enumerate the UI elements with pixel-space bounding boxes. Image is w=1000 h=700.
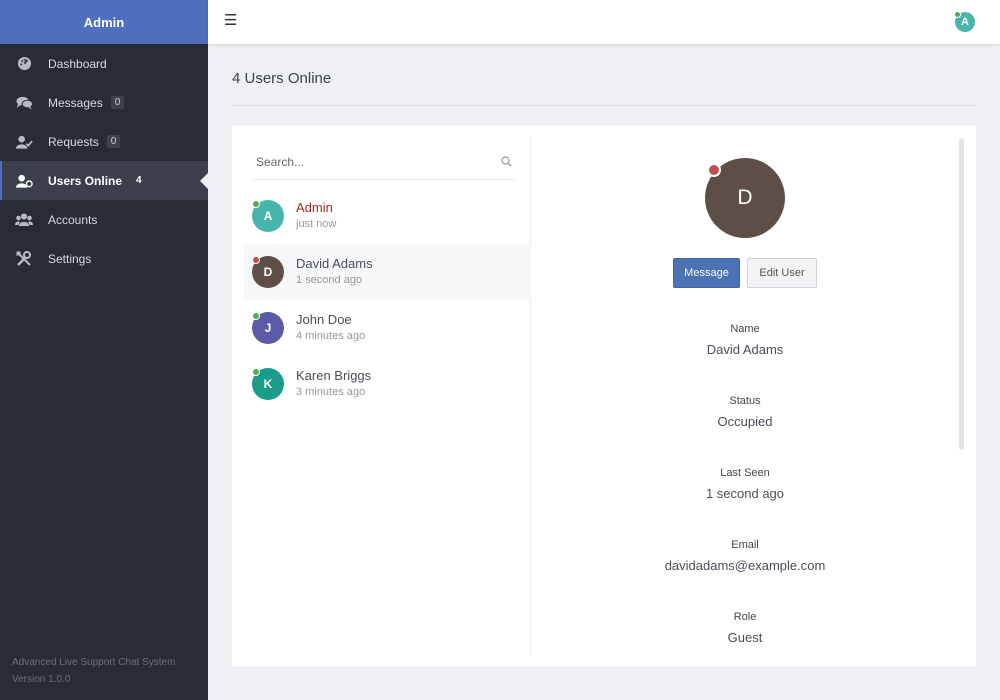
selected-user-avatar: D xyxy=(705,158,785,238)
status-dot xyxy=(707,163,721,177)
field-value: Occupied xyxy=(717,414,773,429)
avatar-initial: J xyxy=(264,321,272,335)
divider xyxy=(232,105,976,106)
app-name: Advanced Live Support Chat System xyxy=(12,657,176,668)
sidebar-item-label: Users Online xyxy=(48,173,123,188)
user-last-seen: 3 minutes ago xyxy=(296,386,366,398)
sidebar-item-messages[interactable]: Messages 0 xyxy=(0,83,208,122)
sidebar-item-label: Requests xyxy=(48,134,99,149)
field-label: Status xyxy=(729,395,761,407)
field-name: Name David Adams xyxy=(532,321,958,360)
user-list-item[interactable]: K Karen Briggs 3 minutes ago xyxy=(244,356,531,412)
avatar-initial: A xyxy=(961,16,969,28)
user-list-item[interactable]: D David Adams 1 second ago xyxy=(244,244,531,300)
field-value: davidadams@example.com xyxy=(664,558,826,573)
status-dot xyxy=(252,256,260,264)
user-name: David Adams xyxy=(296,256,373,271)
field-status: Status Occupied xyxy=(532,393,958,432)
page-title: 4 Users Online xyxy=(232,70,332,87)
avatar-initial: K xyxy=(263,377,273,391)
edit-user-button[interactable]: Edit User xyxy=(747,258,817,288)
search-bar xyxy=(254,144,514,180)
account-avatar[interactable]: A xyxy=(954,11,975,32)
topbar: ☰ A xyxy=(208,0,1000,44)
sidebar-item-label: Accounts xyxy=(48,212,98,227)
field-last-seen: Last Seen 1 second ago xyxy=(532,465,958,504)
users-panel: A Admin just now D David Adams 1 second … xyxy=(232,126,976,666)
sidebar-item-dashboard[interactable]: Dashboard xyxy=(0,44,208,83)
field-role: Role Guest xyxy=(532,609,958,648)
field-label: Last Seen xyxy=(720,467,770,479)
field-value: David Adams xyxy=(706,342,784,357)
users-online-icon xyxy=(15,172,33,190)
field-email: Email davidadams@example.com xyxy=(532,537,958,576)
user-name: Admin xyxy=(296,200,333,215)
scrollbar[interactable] xyxy=(959,138,964,450)
field-value: 1 second ago xyxy=(705,486,785,501)
requests-icon xyxy=(15,133,33,151)
field-label: Name xyxy=(730,323,760,335)
user-info: David Adams 1 second ago xyxy=(296,256,373,288)
user-list: A Admin just now D David Adams 1 second … xyxy=(244,136,531,656)
user-last-seen: just now xyxy=(296,218,337,230)
avatar-initial: D xyxy=(737,186,753,209)
avatar-initial: D xyxy=(263,265,273,279)
user-last-seen: 1 second ago xyxy=(296,274,363,286)
sidebar-item-label: Dashboard xyxy=(48,56,107,71)
status-dot xyxy=(252,200,260,208)
user-info: John Doe 4 minutes ago xyxy=(296,312,365,344)
sidebar-item-label: Settings xyxy=(48,251,92,266)
user-info: Admin just now xyxy=(296,200,336,232)
avatar-initial: A xyxy=(263,209,273,223)
sidebar-footer: Advanced Live Support Chat System Versio… xyxy=(12,654,175,688)
sidebar-title: Admin xyxy=(0,0,208,44)
avatar: J xyxy=(252,312,284,344)
sidebar: Admin Dashboard Messages 0 Requests 0 Us… xyxy=(0,0,208,700)
avatar: K xyxy=(252,368,284,400)
sidebar-item-requests[interactable]: Requests 0 xyxy=(0,122,208,161)
users-online-count-badge: 4 xyxy=(136,175,142,186)
user-list-item[interactable]: A Admin just now xyxy=(244,188,531,244)
user-name: Karen Briggs xyxy=(296,368,372,383)
avatar: D xyxy=(252,256,284,288)
search-input[interactable] xyxy=(254,154,484,169)
status-dot xyxy=(252,312,260,320)
app-version: Version 1.0.0 xyxy=(12,674,71,685)
user-list-item[interactable]: J John Doe 4 minutes ago xyxy=(244,300,531,356)
dashboard-icon xyxy=(15,55,33,73)
user-last-seen: 4 minutes ago xyxy=(296,330,366,342)
field-label: Role xyxy=(733,611,757,623)
sidebar-item-settings[interactable]: Settings xyxy=(0,239,208,278)
field-label: Email xyxy=(731,539,759,551)
sidebar-item-label: Messages xyxy=(48,95,103,110)
online-status-dot xyxy=(954,11,961,18)
message-button[interactable]: Message xyxy=(673,258,740,288)
user-name: John Doe xyxy=(296,312,352,327)
field-value: Guest xyxy=(727,630,763,645)
sidebar-item-accounts[interactable]: Accounts xyxy=(0,200,208,239)
search-icon[interactable] xyxy=(501,155,512,170)
user-detail: D Message Edit User Name David Adams Sta… xyxy=(532,126,958,666)
messages-count-badge: 0 xyxy=(110,96,125,109)
requests-count-badge: 0 xyxy=(106,135,121,148)
hamburger-icon[interactable]: ☰ xyxy=(224,13,237,28)
avatar: A xyxy=(252,200,284,232)
messages-icon xyxy=(15,94,33,112)
sidebar-item-users-online[interactable]: Users Online 4 xyxy=(0,161,208,200)
user-info: Karen Briggs 3 minutes ago xyxy=(296,368,371,400)
accounts-icon xyxy=(15,211,33,229)
settings-icon xyxy=(15,250,33,268)
status-dot xyxy=(252,368,260,376)
